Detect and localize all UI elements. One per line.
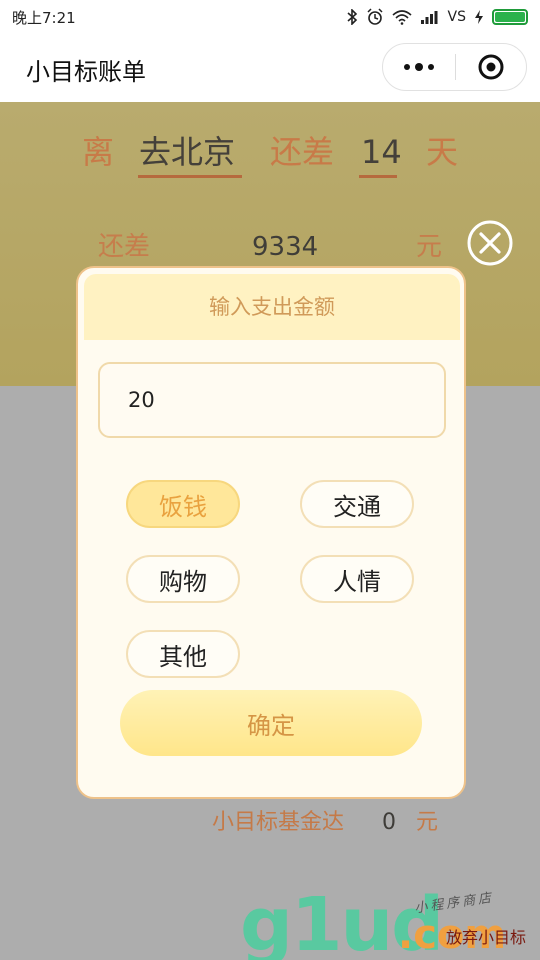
page-title: 小目标账单 xyxy=(26,58,146,86)
goal-summary: 离 去北京 还差 14 天 xyxy=(0,130,540,180)
category-meal-button[interactable]: 饭钱 xyxy=(126,480,240,528)
category-label: 人情 xyxy=(333,567,381,596)
dialog-header: 输入支出金额 xyxy=(84,274,460,340)
close-dialog-icon[interactable] xyxy=(466,219,514,267)
category-label: 交通 xyxy=(333,492,381,521)
category-shopping-button[interactable]: 购物 xyxy=(126,555,240,603)
goal-prefix: 离 xyxy=(82,133,115,171)
wifi-icon xyxy=(392,10,412,25)
confirm-button[interactable]: 确定 xyxy=(120,690,422,756)
confirm-label: 确定 xyxy=(247,711,295,740)
category-label: 饭钱 xyxy=(159,492,207,521)
remaining-amount: 9334 xyxy=(252,232,319,262)
more-dots-icon xyxy=(404,64,410,70)
category-other-button[interactable]: 其他 xyxy=(126,630,240,678)
nav-bar: 小目标账单 xyxy=(0,34,540,102)
status-bar: 晚上7:21 VS xyxy=(0,0,540,34)
carrier-label: VS xyxy=(447,9,466,25)
amount-input[interactable] xyxy=(98,362,446,438)
days-underline xyxy=(359,175,397,178)
alarm-icon xyxy=(367,8,383,25)
signal-icon xyxy=(420,11,438,24)
remaining-label: 还差 xyxy=(98,232,151,262)
fund-unit: 元 xyxy=(416,810,439,835)
status-time: 晚上7:21 xyxy=(12,8,76,27)
goal-days: 14 xyxy=(361,133,402,171)
category-label: 其他 xyxy=(159,642,207,671)
charging-icon xyxy=(475,10,483,24)
dialog-title: 输入支出金额 xyxy=(209,295,335,319)
bluetooth-icon xyxy=(347,9,357,25)
goal-suffix: 天 xyxy=(426,133,459,171)
goal-destination: 去北京 xyxy=(139,133,236,171)
category-transport-button[interactable]: 交通 xyxy=(300,480,414,528)
expense-dialog: 输入支出金额 饭钱 交通 购物 人情 其他 确定 xyxy=(76,266,466,799)
watermark-text: 放弃小目标 xyxy=(446,928,527,947)
category-gifts-button[interactable]: 人情 xyxy=(300,555,414,603)
fund-amount: 0 xyxy=(382,810,396,835)
target-close-icon xyxy=(478,54,504,80)
goal-middle: 还差 xyxy=(270,133,335,171)
battery-icon xyxy=(492,9,528,25)
status-icons: VS xyxy=(346,8,528,26)
exit-mini-program-button[interactable] xyxy=(456,44,526,90)
category-label: 购物 xyxy=(159,567,207,596)
fund-label: 小目标基金达 xyxy=(212,810,345,835)
remaining-unit: 元 xyxy=(416,232,443,262)
mini-program-capsule xyxy=(382,43,527,91)
destination-underline xyxy=(138,175,242,178)
more-menu-button[interactable] xyxy=(383,44,455,90)
